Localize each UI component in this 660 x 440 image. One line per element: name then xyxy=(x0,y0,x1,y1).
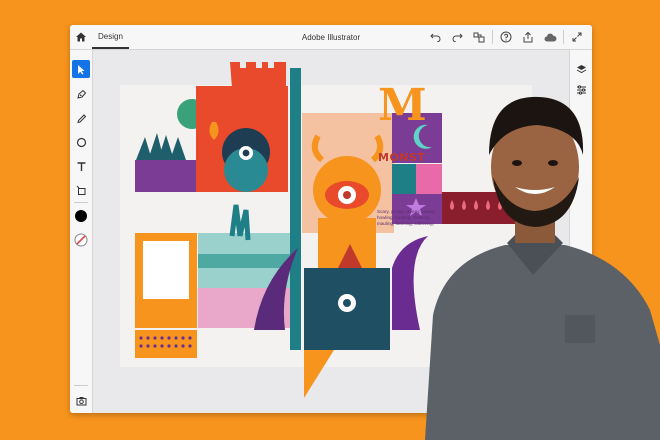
navy-eye-pupil xyxy=(343,299,351,307)
teal-stripe xyxy=(198,254,290,268)
dots-block xyxy=(135,330,197,358)
presenter-photo xyxy=(425,96,660,440)
shirt-pocket xyxy=(565,315,595,343)
left-eye xyxy=(512,160,522,166)
green-claw xyxy=(229,204,251,241)
castle-shape xyxy=(230,62,286,88)
purple-block xyxy=(135,160,197,192)
teal-tile xyxy=(392,164,416,194)
monster-eye-pupil xyxy=(343,191,351,199)
right-eye xyxy=(548,160,558,166)
cyclops-pupil xyxy=(242,149,250,157)
teal-pole xyxy=(290,68,301,350)
shirt xyxy=(425,245,660,440)
teal-triangles-shape xyxy=(136,133,186,160)
orange-spike xyxy=(304,350,334,398)
white-frame-inner xyxy=(143,241,189,299)
